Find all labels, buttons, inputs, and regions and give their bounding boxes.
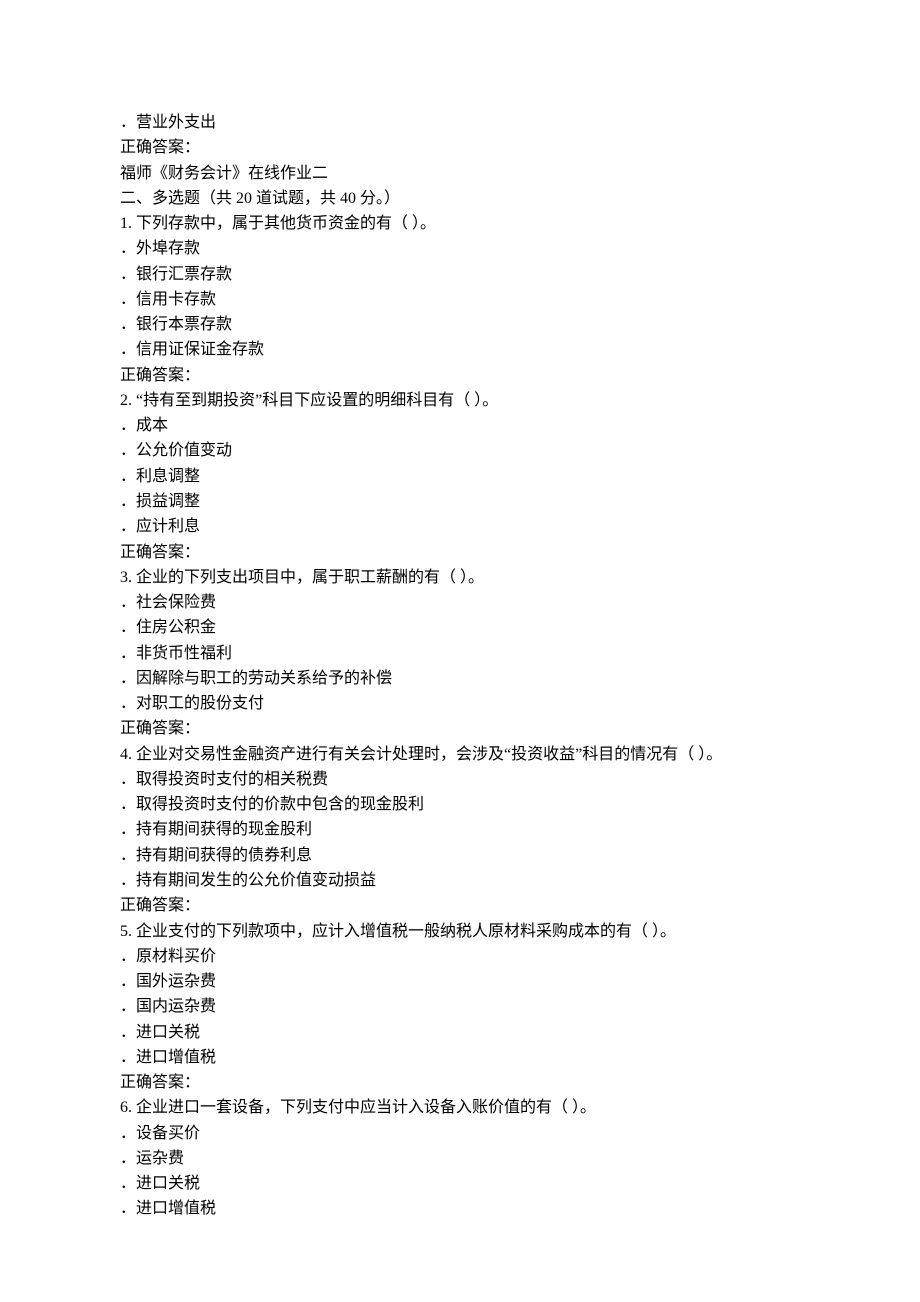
question-text: 企业的下列支出项目中，属于职工薪酬的有（ ）。 bbox=[132, 569, 484, 586]
question-1: 1. 下列存款中，属于其他货币资金的有（ ）。 bbox=[120, 211, 800, 236]
question-6: 6. 企业进口一套设备，下列支付中应当计入设备入账价值的有（ ）。 bbox=[120, 1095, 800, 1120]
option: ．损益调整 bbox=[120, 489, 800, 514]
question-text: 企业进口一套设备，下列支付中应当计入设备入账价值的有（ ）。 bbox=[132, 1099, 596, 1116]
option: ．对职工的股份支付 bbox=[120, 691, 800, 716]
option: ．银行本票存款 bbox=[120, 312, 800, 337]
question-text: 企业对交易性金融资产进行有关会计处理时，会涉及“投资收益”科目的情况有（ ）。 bbox=[132, 746, 722, 763]
answer-label: 正确答案： bbox=[120, 1070, 800, 1095]
answer-label: 正确答案： bbox=[120, 540, 800, 565]
option: ．因解除与职工的劳动关系给予的补偿 bbox=[120, 666, 800, 691]
option: ．信用卡存款 bbox=[120, 287, 800, 312]
option: ．应计利息 bbox=[120, 514, 800, 539]
option: ．利息调整 bbox=[120, 464, 800, 489]
option: ．取得投资时支付的相关税费 bbox=[120, 767, 800, 792]
answer-label: 正确答案： bbox=[120, 893, 800, 918]
option: ．公允价值变动 bbox=[120, 438, 800, 463]
option: ．信用证保证金存款 bbox=[120, 337, 800, 362]
question-2: 2. “持有至到期投资”科目下应设置的明细科目有（ ）。 bbox=[120, 388, 800, 413]
question-number: 3. bbox=[120, 569, 132, 586]
option: ．持有期间获得的债券利息 bbox=[120, 843, 800, 868]
option: ．持有期间获得的现金股利 bbox=[120, 817, 800, 842]
answer-label: 正确答案： bbox=[120, 363, 800, 388]
option: ．进口增值税 bbox=[120, 1196, 800, 1221]
question-number: 2. bbox=[120, 392, 132, 409]
option: ．进口关税 bbox=[120, 1020, 800, 1045]
option: ．取得投资时支付的价款中包含的现金股利 bbox=[120, 792, 800, 817]
question-3: 3. 企业的下列支出项目中，属于职工薪酬的有（ ）。 bbox=[120, 565, 800, 590]
option: ．成本 bbox=[120, 413, 800, 438]
option: ．社会保险费 bbox=[120, 590, 800, 615]
question-text: 企业支付的下列款项中，应计入增值税一般纳税人原材料采购成本的有（ ）。 bbox=[132, 923, 676, 940]
question-text: “持有至到期投资”科目下应设置的明细科目有（ ）。 bbox=[132, 392, 498, 409]
option: ．进口关税 bbox=[120, 1171, 800, 1196]
question-number: 5. bbox=[120, 923, 132, 940]
question-number: 4. bbox=[120, 746, 132, 763]
option: ．国内运杂费 bbox=[120, 994, 800, 1019]
prev-answer-label: 正确答案： bbox=[120, 135, 800, 160]
answer-label: 正确答案： bbox=[120, 716, 800, 741]
option: ．运杂费 bbox=[120, 1146, 800, 1171]
option: ．持有期间发生的公允价值变动损益 bbox=[120, 868, 800, 893]
option: ．进口增值税 bbox=[120, 1045, 800, 1070]
option: ．外埠存款 bbox=[120, 236, 800, 261]
option: ．非货币性福利 bbox=[120, 641, 800, 666]
section-header: 二、多选题（共 20 道试题，共 40 分。） bbox=[120, 186, 800, 211]
question-number: 6. bbox=[120, 1099, 132, 1116]
question-5: 5. 企业支付的下列款项中，应计入增值税一般纳税人原材料采购成本的有（ ）。 bbox=[120, 919, 800, 944]
assignment-title: 福师《财务会计》在线作业二 bbox=[120, 161, 800, 186]
option: ．设备买价 bbox=[120, 1121, 800, 1146]
option: ．住房公积金 bbox=[120, 615, 800, 640]
question-text: 下列存款中，属于其他货币资金的有（ ）。 bbox=[132, 215, 436, 232]
question-4: 4. 企业对交易性金融资产进行有关会计处理时，会涉及“投资收益”科目的情况有（ … bbox=[120, 742, 800, 767]
option: ．银行汇票存款 bbox=[120, 262, 800, 287]
option: ．原材料买价 bbox=[120, 944, 800, 969]
prev-option: ．营业外支出 bbox=[120, 110, 800, 135]
option: ．国外运杂费 bbox=[120, 969, 800, 994]
question-number: 1. bbox=[120, 215, 132, 232]
